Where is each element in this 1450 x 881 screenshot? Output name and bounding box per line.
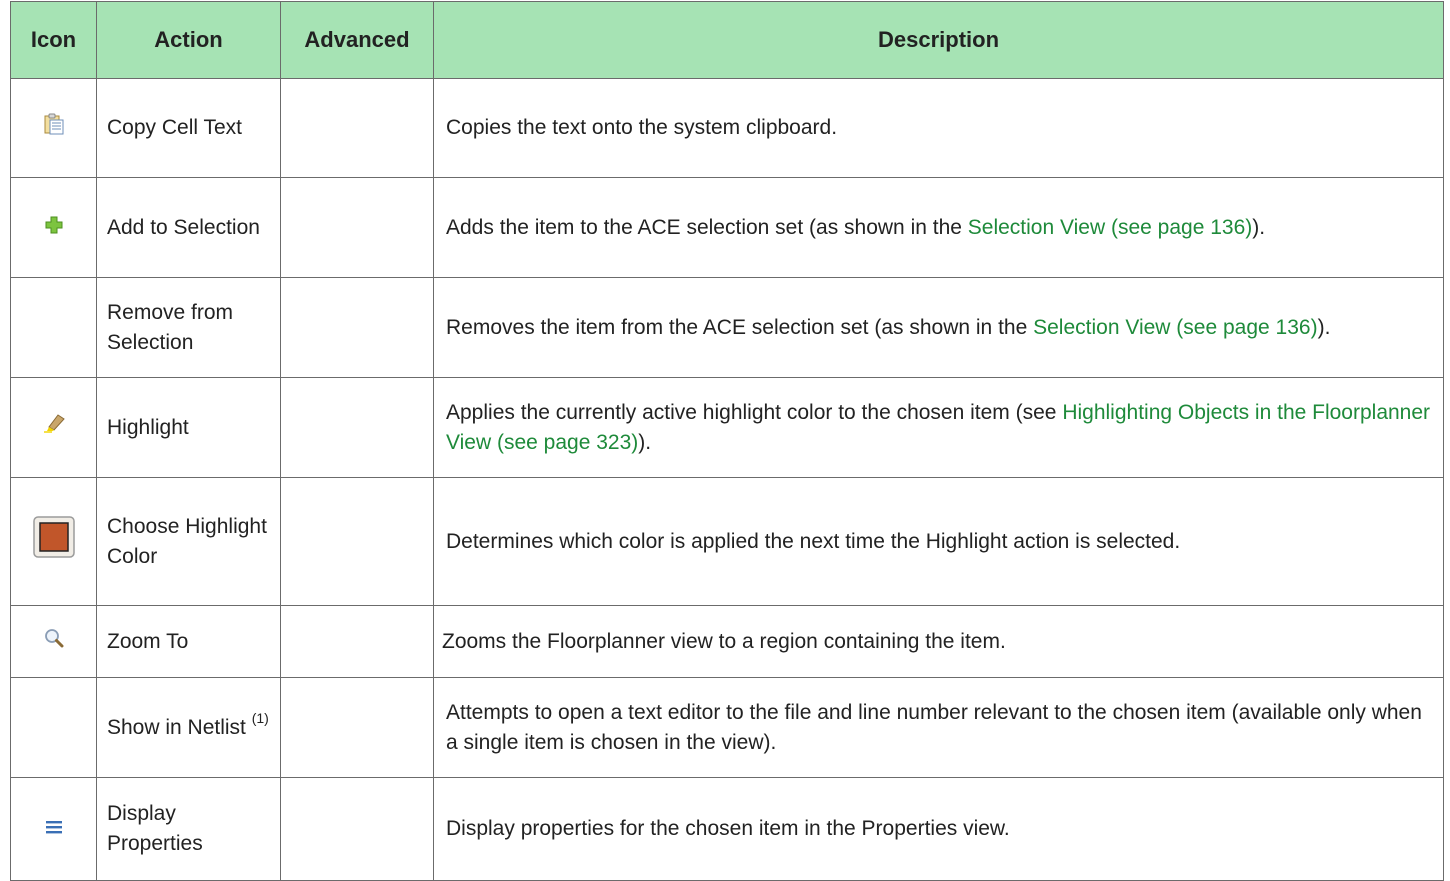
description-text: Display properties for the chosen item i… [446, 817, 1010, 840]
clipboard-icon [44, 113, 64, 144]
description-cell: Applies the currently active highlight c… [433, 377, 1444, 478]
icon-cell [10, 677, 97, 778]
description-text: Attempts to open a text editor to the fi… [446, 700, 1422, 754]
selection-view-link[interactable]: Selection View (see page 136) [1033, 316, 1317, 339]
description-cell: Determines which color is applied the ne… [433, 477, 1444, 606]
action-cell: Choose Highlight Color [96, 477, 281, 606]
table-row: Highlight Applies the currently active h… [10, 377, 1444, 478]
actions-table: Icon Action Advanced Description Copy Ce… [10, 1, 1444, 881]
table-row: Add to Selection Adds the item to the AC… [10, 177, 1444, 278]
advanced-cell [280, 605, 434, 678]
description-text: Applies the currently active highlight c… [446, 400, 1063, 424]
icon-cell [10, 277, 97, 378]
description-text: ). [1317, 315, 1331, 339]
green-plus-icon [45, 213, 63, 243]
table-row: Copy Cell Text Copies the text onto the … [10, 78, 1444, 178]
description-cell: Copies the text onto the system clipboar… [433, 78, 1444, 178]
selection-view-link[interactable]: Selection View (see page 136) [968, 216, 1252, 239]
color-swatch-icon [32, 516, 75, 567]
icon-cell [10, 78, 97, 178]
header-icon: Icon [10, 1, 97, 79]
advanced-cell [280, 78, 434, 178]
table-row: Remove from Selection Removes the item f… [10, 277, 1444, 378]
description-cell: Removes the item from the ACE selection … [433, 277, 1444, 378]
action-cell: Remove from Selection [96, 277, 281, 378]
description-cell: Zooms the Floorplanner view to a region … [433, 605, 1444, 678]
icon-cell [10, 605, 97, 678]
description-text: Determines which color is applied the ne… [446, 529, 1181, 553]
description-text: Zooms the Floorplanner view to a region … [442, 629, 1006, 653]
table-header-row: Icon Action Advanced Description [10, 1, 1444, 79]
highlighter-icon [43, 413, 65, 443]
advanced-cell [280, 777, 434, 881]
action-cell: Copy Cell Text [96, 78, 281, 178]
magnifier-icon [44, 627, 64, 657]
header-description: Description [433, 1, 1444, 79]
icon-cell [10, 377, 97, 478]
footnote-marker: (1) [251, 709, 269, 726]
advanced-cell [280, 177, 434, 278]
list-lines-icon [45, 814, 63, 844]
action-cell: Add to Selection [96, 177, 281, 278]
header-advanced: Advanced [280, 1, 434, 79]
action-cell: Show in Netlist (1) [96, 677, 281, 778]
description-cell: Attempts to open a text editor to the fi… [433, 677, 1444, 778]
header-action: Action [96, 1, 281, 79]
icon-cell [10, 477, 97, 606]
description-text: Removes the item from the ACE selection … [446, 315, 1034, 339]
icon-cell [10, 777, 97, 881]
description-cell: Adds the item to the ACE selection set (… [433, 177, 1444, 278]
action-cell: Zoom To [96, 605, 281, 678]
advanced-cell [280, 677, 434, 778]
action-cell: Display Properties [96, 777, 281, 881]
table-row: Zoom To Zooms the Floorplanner view to a… [10, 605, 1444, 678]
icon-cell [10, 177, 97, 278]
description-text: ). [638, 430, 652, 454]
action-cell: Highlight [96, 377, 281, 478]
description-text: Copies the text onto the system clipboar… [446, 116, 838, 139]
table-row: Show in Netlist (1) Attempts to open a t… [10, 677, 1444, 778]
advanced-cell [280, 377, 434, 478]
description-text: ). [1252, 215, 1266, 239]
action-label: Show in Netlist [107, 715, 246, 739]
advanced-cell [280, 477, 434, 606]
description-cell: Display properties for the chosen item i… [433, 777, 1444, 881]
table-row: Choose Highlight Color Determines which … [10, 477, 1444, 606]
table-row: Display Properties Display properties fo… [10, 777, 1444, 881]
advanced-cell [280, 277, 434, 378]
description-text: Adds the item to the ACE selection set (… [446, 215, 968, 239]
